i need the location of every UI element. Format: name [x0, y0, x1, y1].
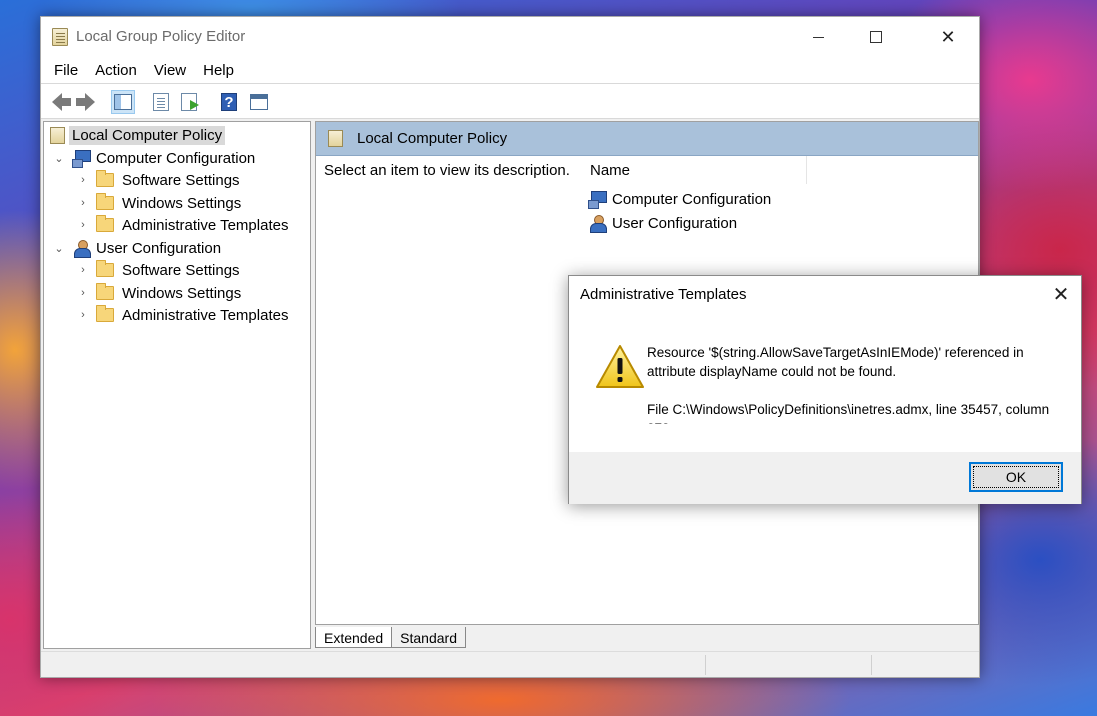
- tree-item-label: Administrative Templates: [122, 306, 289, 324]
- tree-item-label: Software Settings: [122, 261, 240, 279]
- list-item-label: Computer Configuration: [612, 190, 772, 208]
- policy-icon: [50, 126, 65, 144]
- forward-arrow-icon: [76, 93, 95, 111]
- tree-item-computer-windows-settings[interactable]: › Windows Settings: [76, 192, 241, 214]
- details-header-title: Local Computer Policy: [357, 130, 508, 147]
- list-item-label: User Configuration: [612, 214, 738, 232]
- menu-view[interactable]: View: [147, 60, 193, 81]
- menu-file[interactable]: File: [47, 60, 85, 81]
- window-title: Local Group Policy Editor: [76, 28, 246, 45]
- description-text: Select an item to view its description.: [324, 162, 570, 179]
- console-tree: Local Computer Policy ⌄ Computer Configu…: [43, 121, 311, 649]
- column-separator[interactable]: [806, 156, 807, 184]
- chevron-right-icon[interactable]: ›: [76, 174, 90, 186]
- help-button[interactable]: ?: [217, 90, 241, 114]
- tree-item-computer-configuration[interactable]: ⌄ Computer Configuration: [52, 147, 255, 169]
- tree-item-local-computer-policy[interactable]: Local Computer Policy: [50, 124, 226, 146]
- tree-item-label: Software Settings: [122, 171, 240, 189]
- details-header: Local Computer Policy: [316, 122, 978, 156]
- tree-item-user-software-settings[interactable]: › Software Settings: [76, 259, 240, 281]
- tree-item-label: Windows Settings: [122, 284, 242, 302]
- folder-icon: [96, 215, 114, 232]
- forward-button[interactable]: [73, 90, 97, 114]
- dialog-file-location: File C:\Windows\PolicyDefinitions\inetre…: [647, 402, 1050, 424]
- tree-item-label: Local Computer Policy: [69, 125, 226, 145]
- folder-icon: [96, 305, 114, 322]
- dialog-close-button[interactable]: ✕: [1047, 280, 1075, 308]
- menu-action[interactable]: Action: [88, 60, 144, 81]
- back-button[interactable]: [45, 90, 71, 114]
- chevron-right-icon[interactable]: ›: [76, 287, 90, 299]
- toolbar: ?: [41, 83, 979, 119]
- policy-icon: [328, 130, 343, 147]
- action-pane-icon: [250, 94, 268, 110]
- tree-item-computer-administrative-templates[interactable]: › Administrative Templates: [76, 214, 288, 236]
- export-list-button[interactable]: [177, 90, 201, 114]
- close-icon: ✕: [1052, 283, 1070, 306]
- chevron-right-icon[interactable]: ›: [76, 219, 90, 231]
- computer-icon: [588, 191, 607, 209]
- title-bar: Local Group Policy Editor ✕: [41, 17, 979, 57]
- tree-item-label: Windows Settings: [122, 194, 242, 212]
- back-arrow-icon: [52, 93, 71, 111]
- status-divider: [871, 655, 872, 675]
- properties-icon: [153, 93, 169, 111]
- chevron-right-icon[interactable]: ›: [76, 309, 90, 321]
- menu-help[interactable]: Help: [196, 60, 241, 81]
- tab-extended[interactable]: Extended: [315, 627, 393, 648]
- chevron-down-icon[interactable]: ⌄: [52, 152, 66, 165]
- tree-item-label: Administrative Templates: [122, 216, 289, 234]
- chevron-right-icon[interactable]: ›: [76, 197, 90, 209]
- status-divider: [705, 655, 706, 675]
- tree-item-user-administrative-templates[interactable]: › Administrative Templates: [76, 304, 288, 326]
- column-header-name[interactable]: Name: [590, 162, 630, 179]
- dialog-message: Resource '$(string.AllowSaveTargetAsInIE…: [647, 345, 1024, 379]
- chevron-down-icon[interactable]: ⌄: [52, 242, 66, 255]
- tree-item-user-windows-settings[interactable]: › Windows Settings: [76, 282, 241, 304]
- dialog-title: Administrative Templates: [580, 286, 747, 303]
- console-tree-icon: [114, 94, 132, 110]
- user-icon: [588, 214, 607, 233]
- chevron-right-icon[interactable]: ›: [76, 264, 90, 276]
- tree-item-computer-software-settings[interactable]: › Software Settings: [76, 169, 240, 191]
- maximize-button[interactable]: [853, 17, 899, 57]
- properties-button[interactable]: [149, 90, 173, 114]
- maximize-icon: [870, 31, 882, 43]
- show-hide-tree-button[interactable]: [111, 90, 135, 114]
- show-action-pane-button[interactable]: [247, 90, 271, 114]
- tab-standard[interactable]: Standard: [391, 627, 466, 648]
- menu-bar: File Action View Help: [41, 57, 979, 83]
- user-icon: [72, 239, 91, 258]
- export-list-icon: [181, 93, 199, 111]
- close-button[interactable]: ✕: [925, 17, 971, 57]
- tree-item-label: Computer Configuration: [96, 149, 256, 167]
- folder-icon: [96, 193, 114, 210]
- help-icon: ?: [221, 93, 237, 111]
- folder-icon: [96, 283, 114, 300]
- policy-editor-icon: [52, 28, 68, 46]
- tree-item-user-configuration[interactable]: ⌄ User Configuration: [52, 237, 221, 259]
- folder-icon: [96, 170, 114, 187]
- computer-icon: [72, 150, 91, 168]
- warning-icon: [596, 345, 644, 388]
- status-bar: [41, 651, 979, 677]
- view-tabs: Extended Standard: [315, 627, 466, 649]
- list-item-computer-configuration[interactable]: Computer Configuration: [588, 188, 771, 210]
- minimize-button[interactable]: [795, 17, 841, 57]
- folder-icon: [96, 260, 114, 277]
- ok-button[interactable]: OK: [969, 462, 1063, 492]
- list-item-user-configuration[interactable]: User Configuration: [588, 212, 737, 234]
- error-dialog: Administrative Templates ✕ Resource '$(s…: [568, 275, 1082, 504]
- tree-item-label: User Configuration: [96, 239, 222, 257]
- minimize-icon: [812, 36, 824, 38]
- close-icon: ✕: [940, 26, 956, 47]
